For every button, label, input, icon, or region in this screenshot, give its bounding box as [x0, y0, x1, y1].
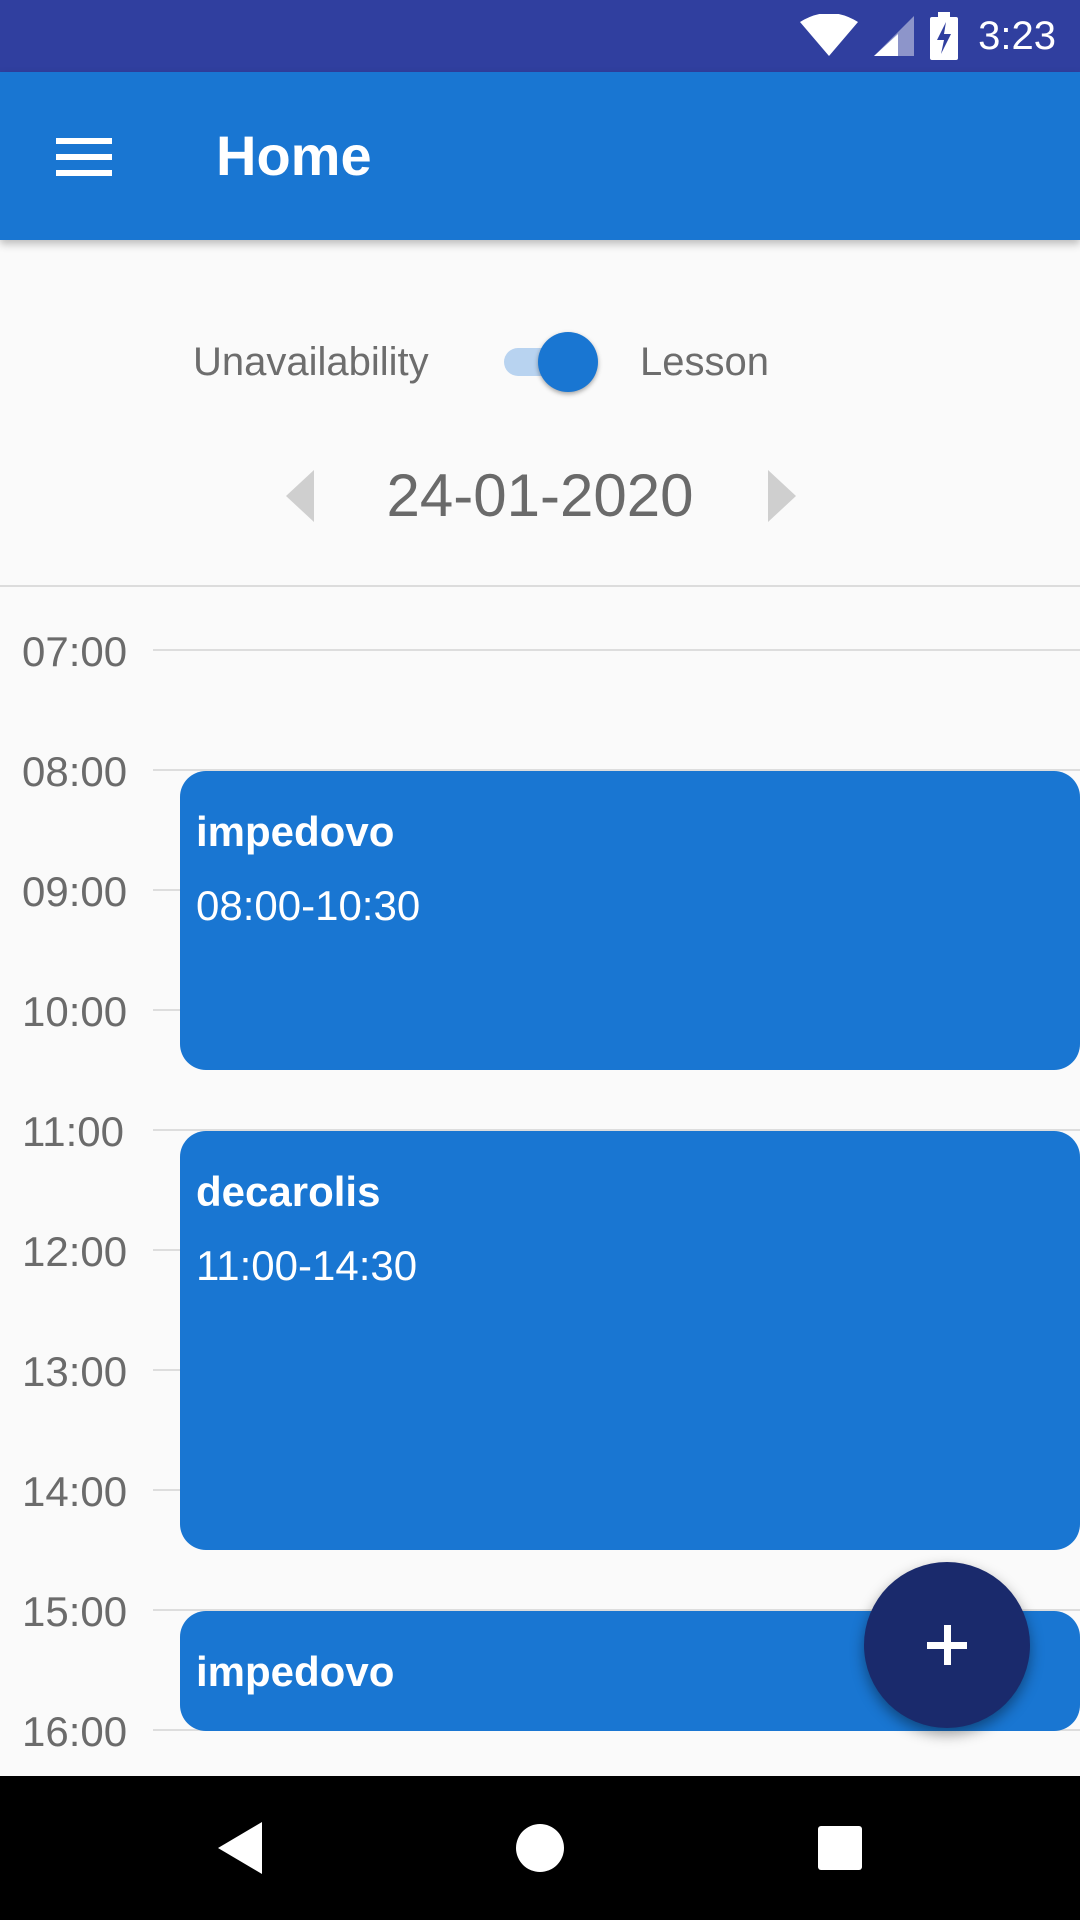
- switch-thumb: [538, 332, 598, 392]
- hour-label: 10:00: [22, 988, 128, 1035]
- plus-icon-stroke: [944, 1625, 951, 1665]
- mode-switch[interactable]: [500, 330, 604, 394]
- status-icons: 3:23: [800, 0, 1056, 72]
- date-navigation: 24-01-2020: [0, 460, 1080, 532]
- hour-label: 16:00: [22, 1708, 128, 1755]
- mode-toggle-row: Unavailability Lesson: [0, 322, 1080, 402]
- add-button[interactable]: [864, 1562, 1030, 1728]
- battery-charging-icon: [930, 12, 959, 60]
- chevron-right-icon[interactable]: [760, 470, 800, 522]
- status-bar: 3:23: [0, 0, 1080, 72]
- chevron-left-icon[interactable]: [282, 470, 322, 522]
- hour-label: 07:00: [22, 628, 128, 675]
- hour-label: 11:00: [22, 1108, 124, 1155]
- hour-label: 13:00: [22, 1348, 128, 1395]
- event-card[interactable]: impedovo 08:00-10:30: [180, 771, 1080, 1070]
- event-title: impedovo: [196, 1648, 395, 1695]
- current-date: 24-01-2020: [386, 462, 694, 529]
- event-time: 11:00-14:30: [196, 1242, 418, 1289]
- event-title: impedovo: [196, 808, 395, 855]
- hour-label: 09:00: [22, 868, 128, 915]
- unavailability-label: Unavailability: [193, 340, 429, 384]
- menu-icon[interactable]: [40, 114, 128, 198]
- home-icon[interactable]: [500, 1808, 580, 1888]
- system-nav-bar: [0, 1776, 1080, 1920]
- status-time: 3:23: [978, 13, 1056, 58]
- event-title: decarolis: [196, 1168, 381, 1215]
- app-bar: Home: [0, 72, 1080, 240]
- event-time: 08:00-10:30: [196, 882, 421, 929]
- event-card[interactable]: decarolis 11:00-14:30: [180, 1131, 1080, 1550]
- hour-label: 14:00: [22, 1468, 128, 1515]
- page-title: Home: [216, 124, 372, 187]
- hour-line: [153, 649, 1080, 651]
- hour-label: 15:00: [22, 1588, 128, 1635]
- wifi-icon: [800, 14, 859, 56]
- divider: [0, 585, 1080, 587]
- back-icon[interactable]: [200, 1808, 280, 1888]
- recents-icon[interactable]: [800, 1808, 880, 1888]
- hour-label: 12:00: [22, 1228, 128, 1275]
- lesson-label: Lesson: [640, 340, 769, 384]
- cell-signal-icon: [874, 16, 915, 56]
- hour-label: 08:00: [22, 748, 128, 795]
